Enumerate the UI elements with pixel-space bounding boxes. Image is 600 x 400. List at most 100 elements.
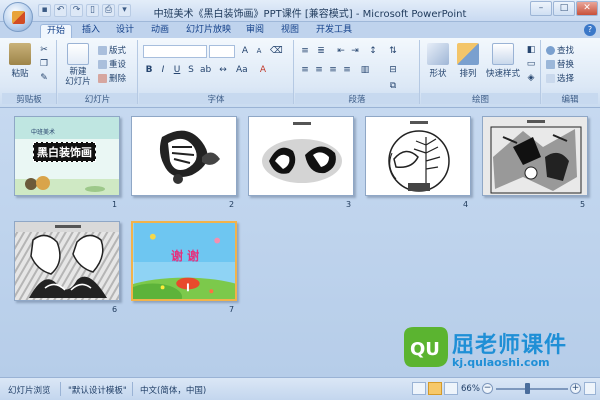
undo-icon[interactable]: ↶ [54, 4, 67, 17]
clear-format-icon[interactable]: ⌫ [269, 45, 283, 57]
status-bar: 幻灯片浏览 "默认设计模板" 中文(简体，中国) 66% − + [0, 377, 600, 400]
print-preview-icon[interactable]: ⎙ [102, 4, 115, 17]
office-button[interactable] [3, 2, 33, 32]
font-color-icon[interactable]: A [257, 64, 269, 76]
paste-button[interactable]: 粘贴 [5, 43, 35, 85]
format-painter-icon[interactable]: ✎ [38, 72, 50, 84]
status-language[interactable]: 中文(简体，中国) [140, 384, 206, 396]
decrease-indent-icon[interactable]: ⇤ [335, 45, 347, 57]
minimize-button[interactable]: – [530, 1, 552, 16]
slide-number-3: 3 [346, 200, 352, 209]
increase-indent-icon[interactable]: ⇥ [349, 45, 361, 57]
text-direction-icon[interactable]: ⇅ [387, 45, 399, 57]
customize-qat-icon[interactable]: ▾ [118, 4, 131, 17]
slide-number-2: 2 [229, 200, 235, 209]
copy-icon[interactable]: ❐ [38, 58, 50, 70]
save-icon[interactable]: ▪ [38, 4, 51, 17]
slide-sorter-view-button[interactable] [428, 382, 442, 395]
status-separator [132, 382, 133, 396]
reset-icon [98, 59, 107, 69]
redo-icon[interactable]: ↷ [70, 4, 83, 17]
shape-fill-icon[interactable]: ◧ [525, 44, 537, 56]
ribbon-tabs: 开始 插入 设计 动画 幻灯片放映 审阅 视图 开发工具 ? [0, 22, 600, 38]
grow-font-icon[interactable]: A [239, 45, 251, 57]
slide-thumbnail-6[interactable] [14, 221, 120, 301]
underline-icon[interactable]: U [171, 64, 183, 76]
find-button[interactable]: 查找 [546, 44, 574, 56]
tab-design[interactable]: 设计 [110, 24, 140, 38]
shape-effects-icon[interactable]: ◈ [525, 72, 537, 84]
help-icon[interactable]: ? [584, 24, 596, 36]
arrange-button[interactable]: 排列 [453, 43, 483, 85]
align-right-icon[interactable]: ≡ [327, 64, 339, 76]
bullets-icon[interactable]: ≡ [299, 45, 311, 57]
quick-access-toolbar: ▪ ↶ ↷ ▯ ⎙ ▾ [38, 4, 131, 17]
columns-icon[interactable]: ▥ [359, 64, 371, 76]
smartart-icon[interactable]: ⧉ [387, 80, 399, 92]
layout-button[interactable]: 版式 [98, 44, 126, 56]
shape-outline-icon[interactable]: ▭ [525, 58, 537, 70]
shrink-font-icon[interactable]: A [253, 45, 265, 57]
line-spacing-icon[interactable]: ↕ [367, 45, 379, 57]
justify-icon[interactable]: ≡ [341, 64, 353, 76]
align-center-icon[interactable]: ≡ [313, 64, 325, 76]
font-size-combo[interactable] [209, 45, 235, 58]
align-text-icon[interactable]: ⊟ [387, 64, 399, 76]
tab-developer[interactable]: 开发工具 [310, 24, 358, 38]
normal-view-button[interactable] [412, 382, 426, 395]
italic-icon[interactable]: I [157, 64, 169, 76]
group-drawing: 形状 排列 快速样式 ◧ ▭ ◈ 绘图 [421, 40, 541, 105]
align-left-icon[interactable]: ≡ [299, 64, 311, 76]
slide-thumbnail-2[interactable] [131, 116, 237, 196]
shapes-button[interactable]: 形状 [423, 43, 453, 85]
tab-insert[interactable]: 插入 [76, 24, 106, 38]
slide-sorter: 中班美术 黑白装饰画 1 2 3 4 5 6 谢 谢 7 QU 屈老师课件 kj… [0, 108, 600, 377]
char-spacing-icon[interactable]: ↔ [217, 64, 229, 76]
tab-review[interactable]: 审阅 [240, 24, 270, 38]
slide-thumbnail-7[interactable]: 谢 谢 [131, 221, 237, 301]
slide-thumbnail-3[interactable] [248, 116, 354, 196]
delete-button[interactable]: 删除 [98, 72, 126, 84]
select-button[interactable]: 选择 [546, 72, 574, 84]
arrange-icon [457, 43, 479, 65]
tab-home[interactable]: 开始 [40, 24, 73, 38]
quick-styles-button[interactable]: 快速样式 [483, 43, 523, 85]
zoom-level[interactable]: 66% [461, 384, 480, 394]
change-case-icon[interactable]: Aa [235, 64, 248, 76]
replace-button[interactable]: 替换 [546, 58, 574, 70]
new-doc-icon[interactable]: ▯ [86, 4, 99, 17]
tab-animations[interactable]: 动画 [145, 24, 175, 38]
group-label-paragraph: 段落 [295, 93, 419, 105]
zoom-out-button[interactable]: − [482, 383, 493, 394]
zoom-slider[interactable] [496, 388, 568, 390]
tab-slideshow[interactable]: 幻灯片放映 [180, 24, 237, 38]
slide-thumbnail-5[interactable] [482, 116, 588, 196]
tab-view[interactable]: 视图 [275, 24, 305, 38]
font-name-combo[interactable] [143, 45, 207, 58]
slide-thumbnail-1[interactable]: 中班美术 黑白装饰画 [14, 116, 120, 196]
group-slides: 新建 幻灯片 版式 重设 删除 幻灯片 [58, 40, 138, 105]
numbering-icon[interactable]: ≣ [315, 45, 327, 57]
close-button[interactable]: ✕ [576, 1, 598, 16]
slideshow-view-button[interactable] [444, 382, 458, 395]
ribbon: 粘贴 ✂ ❐ ✎ 剪贴板 新建 幻灯片 版式 重设 删除 幻灯片 A A ⌫ B… [0, 38, 600, 108]
group-editing: 查找 替换 选择 编辑 [542, 40, 598, 105]
cut-icon[interactable]: ✂ [38, 44, 50, 56]
bold-icon[interactable]: B [143, 64, 155, 76]
slide-4-art [366, 117, 470, 195]
strikethrough-icon[interactable]: ab [199, 64, 211, 76]
fit-to-window-button[interactable] [584, 382, 596, 395]
zoom-in-button[interactable]: + [570, 383, 581, 394]
find-icon [546, 45, 555, 55]
shadow-icon[interactable]: S [185, 64, 197, 76]
slide-number-1: 1 [112, 200, 118, 209]
reset-button[interactable]: 重设 [98, 58, 126, 70]
replace-label: 替换 [557, 60, 575, 70]
zoom-slider-thumb[interactable] [525, 383, 530, 394]
slide-thumbnail-4[interactable] [365, 116, 471, 196]
title-bar: ▪ ↶ ↷ ▯ ⎙ ▾ 中班美术《黑白装饰画》PPT课件 [兼容模式] - Mi… [0, 0, 600, 32]
slide-number-4: 4 [463, 200, 469, 209]
new-slide-button[interactable]: 新建 幻灯片 [61, 43, 95, 87]
maximize-button[interactable]: □ [553, 1, 575, 16]
slide-7-main-text: 谢 谢 [171, 249, 200, 263]
